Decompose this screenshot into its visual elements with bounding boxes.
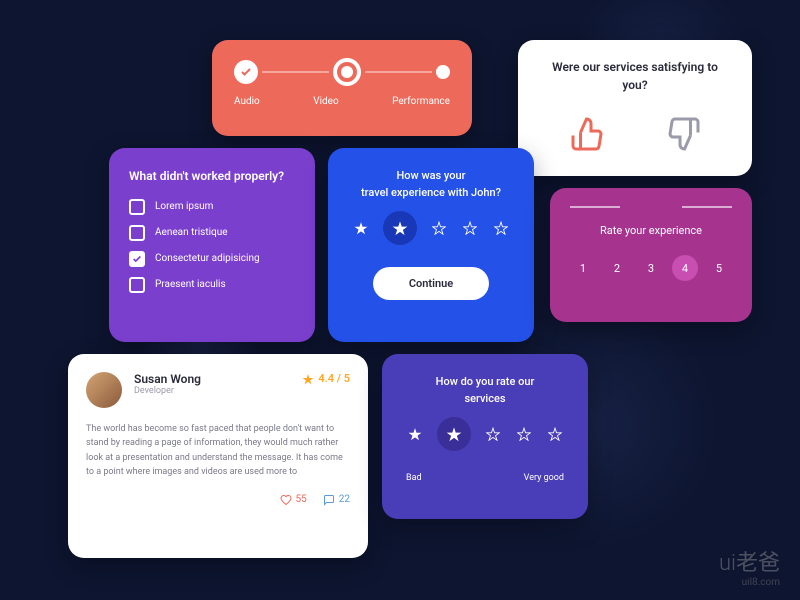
travel-title: How was your travel experience with John… (348, 168, 514, 201)
services-title: How do you rate our services (402, 374, 568, 407)
comment-icon (323, 494, 335, 506)
rate-5[interactable]: 5 (706, 255, 732, 281)
star-3[interactable] (484, 425, 502, 443)
like-button[interactable]: 55 (280, 494, 307, 506)
travel-card: How was your travel experience with John… (328, 148, 534, 342)
checklist-title: What didn't worked properly? (129, 168, 295, 185)
rate-3[interactable]: 3 (638, 255, 664, 281)
star-1[interactable] (352, 219, 370, 237)
check-item[interactable]: Lorem ipsum (129, 199, 295, 215)
check-label: Consectetur adipisicing (155, 253, 260, 264)
rate-4[interactable]: 4 (672, 255, 698, 281)
check-item[interactable]: Praesent iaculis (129, 277, 295, 293)
check-item[interactable]: Aenean tristique (129, 225, 295, 241)
label-bad: Bad (406, 473, 422, 483)
step-connector (365, 71, 432, 73)
satisfy-title: Were our services satisfying to you? (540, 58, 730, 94)
comment-button[interactable]: 22 (323, 494, 350, 506)
services-card: How do you rate our services Bad Very go… (382, 354, 588, 519)
checkbox-checked-icon (129, 251, 145, 267)
step-performance[interactable] (436, 65, 450, 79)
checklist-card: What didn't worked properly? Lorem ipsum… (109, 148, 315, 342)
step-label: Video (313, 96, 338, 107)
star-3[interactable] (430, 219, 448, 237)
thumb-down-icon[interactable] (665, 116, 701, 156)
check-label: Praesent iaculis (155, 279, 226, 290)
rate-2[interactable]: 2 (604, 255, 630, 281)
star-icon (302, 373, 314, 385)
step-label: Performance (392, 96, 450, 107)
star-4[interactable] (515, 425, 533, 443)
check-icon (240, 66, 252, 78)
heart-icon (280, 494, 292, 506)
watermark: ui老爸 uil8.com (719, 545, 780, 588)
step-label: Audio (234, 96, 260, 107)
star-4[interactable] (461, 219, 479, 237)
rate-indicator (570, 206, 732, 208)
check-label: Aenean tristique (155, 227, 228, 238)
avatar (86, 372, 122, 408)
continue-button[interactable]: Continue (373, 267, 489, 300)
satisfy-card: Were our services satisfying to you? (518, 40, 752, 176)
star-2[interactable] (437, 417, 471, 451)
star-5[interactable] (546, 425, 564, 443)
review-score: 4.4 / 5 (302, 372, 350, 385)
watermark-url: uil8.com (719, 577, 780, 588)
star-2[interactable] (383, 211, 417, 245)
watermark-logo: ui老爸 (719, 545, 780, 577)
star-5[interactable] (492, 219, 510, 237)
rate-title: Rate your experience (570, 224, 732, 237)
progress-card: Audio Video Performance (212, 40, 472, 136)
step-audio[interactable] (234, 60, 258, 84)
rate-1[interactable]: 1 (570, 255, 596, 281)
checkbox-icon (129, 225, 145, 241)
rate-card: Rate your experience 1 2 3 4 5 (550, 188, 752, 322)
label-good: Very good (524, 473, 564, 483)
reviewer-name: Susan Wong (134, 372, 302, 386)
checkbox-icon (129, 199, 145, 215)
review-card: Susan Wong Developer 4.4 / 5 The world h… (68, 354, 368, 558)
step-video[interactable] (333, 58, 361, 86)
star-rating (402, 425, 568, 451)
review-text: The world has become so fast paced that … (86, 422, 350, 480)
check-item[interactable]: Consectetur adipisicing (129, 251, 295, 267)
progress-steps (234, 58, 450, 86)
star-1[interactable] (406, 425, 424, 443)
reviewer-role: Developer (134, 386, 302, 396)
star-rating (348, 219, 514, 245)
step-connector (262, 71, 329, 73)
check-label: Lorem ipsum (155, 201, 213, 212)
checkbox-icon (129, 277, 145, 293)
thumb-up-icon[interactable] (570, 116, 606, 156)
